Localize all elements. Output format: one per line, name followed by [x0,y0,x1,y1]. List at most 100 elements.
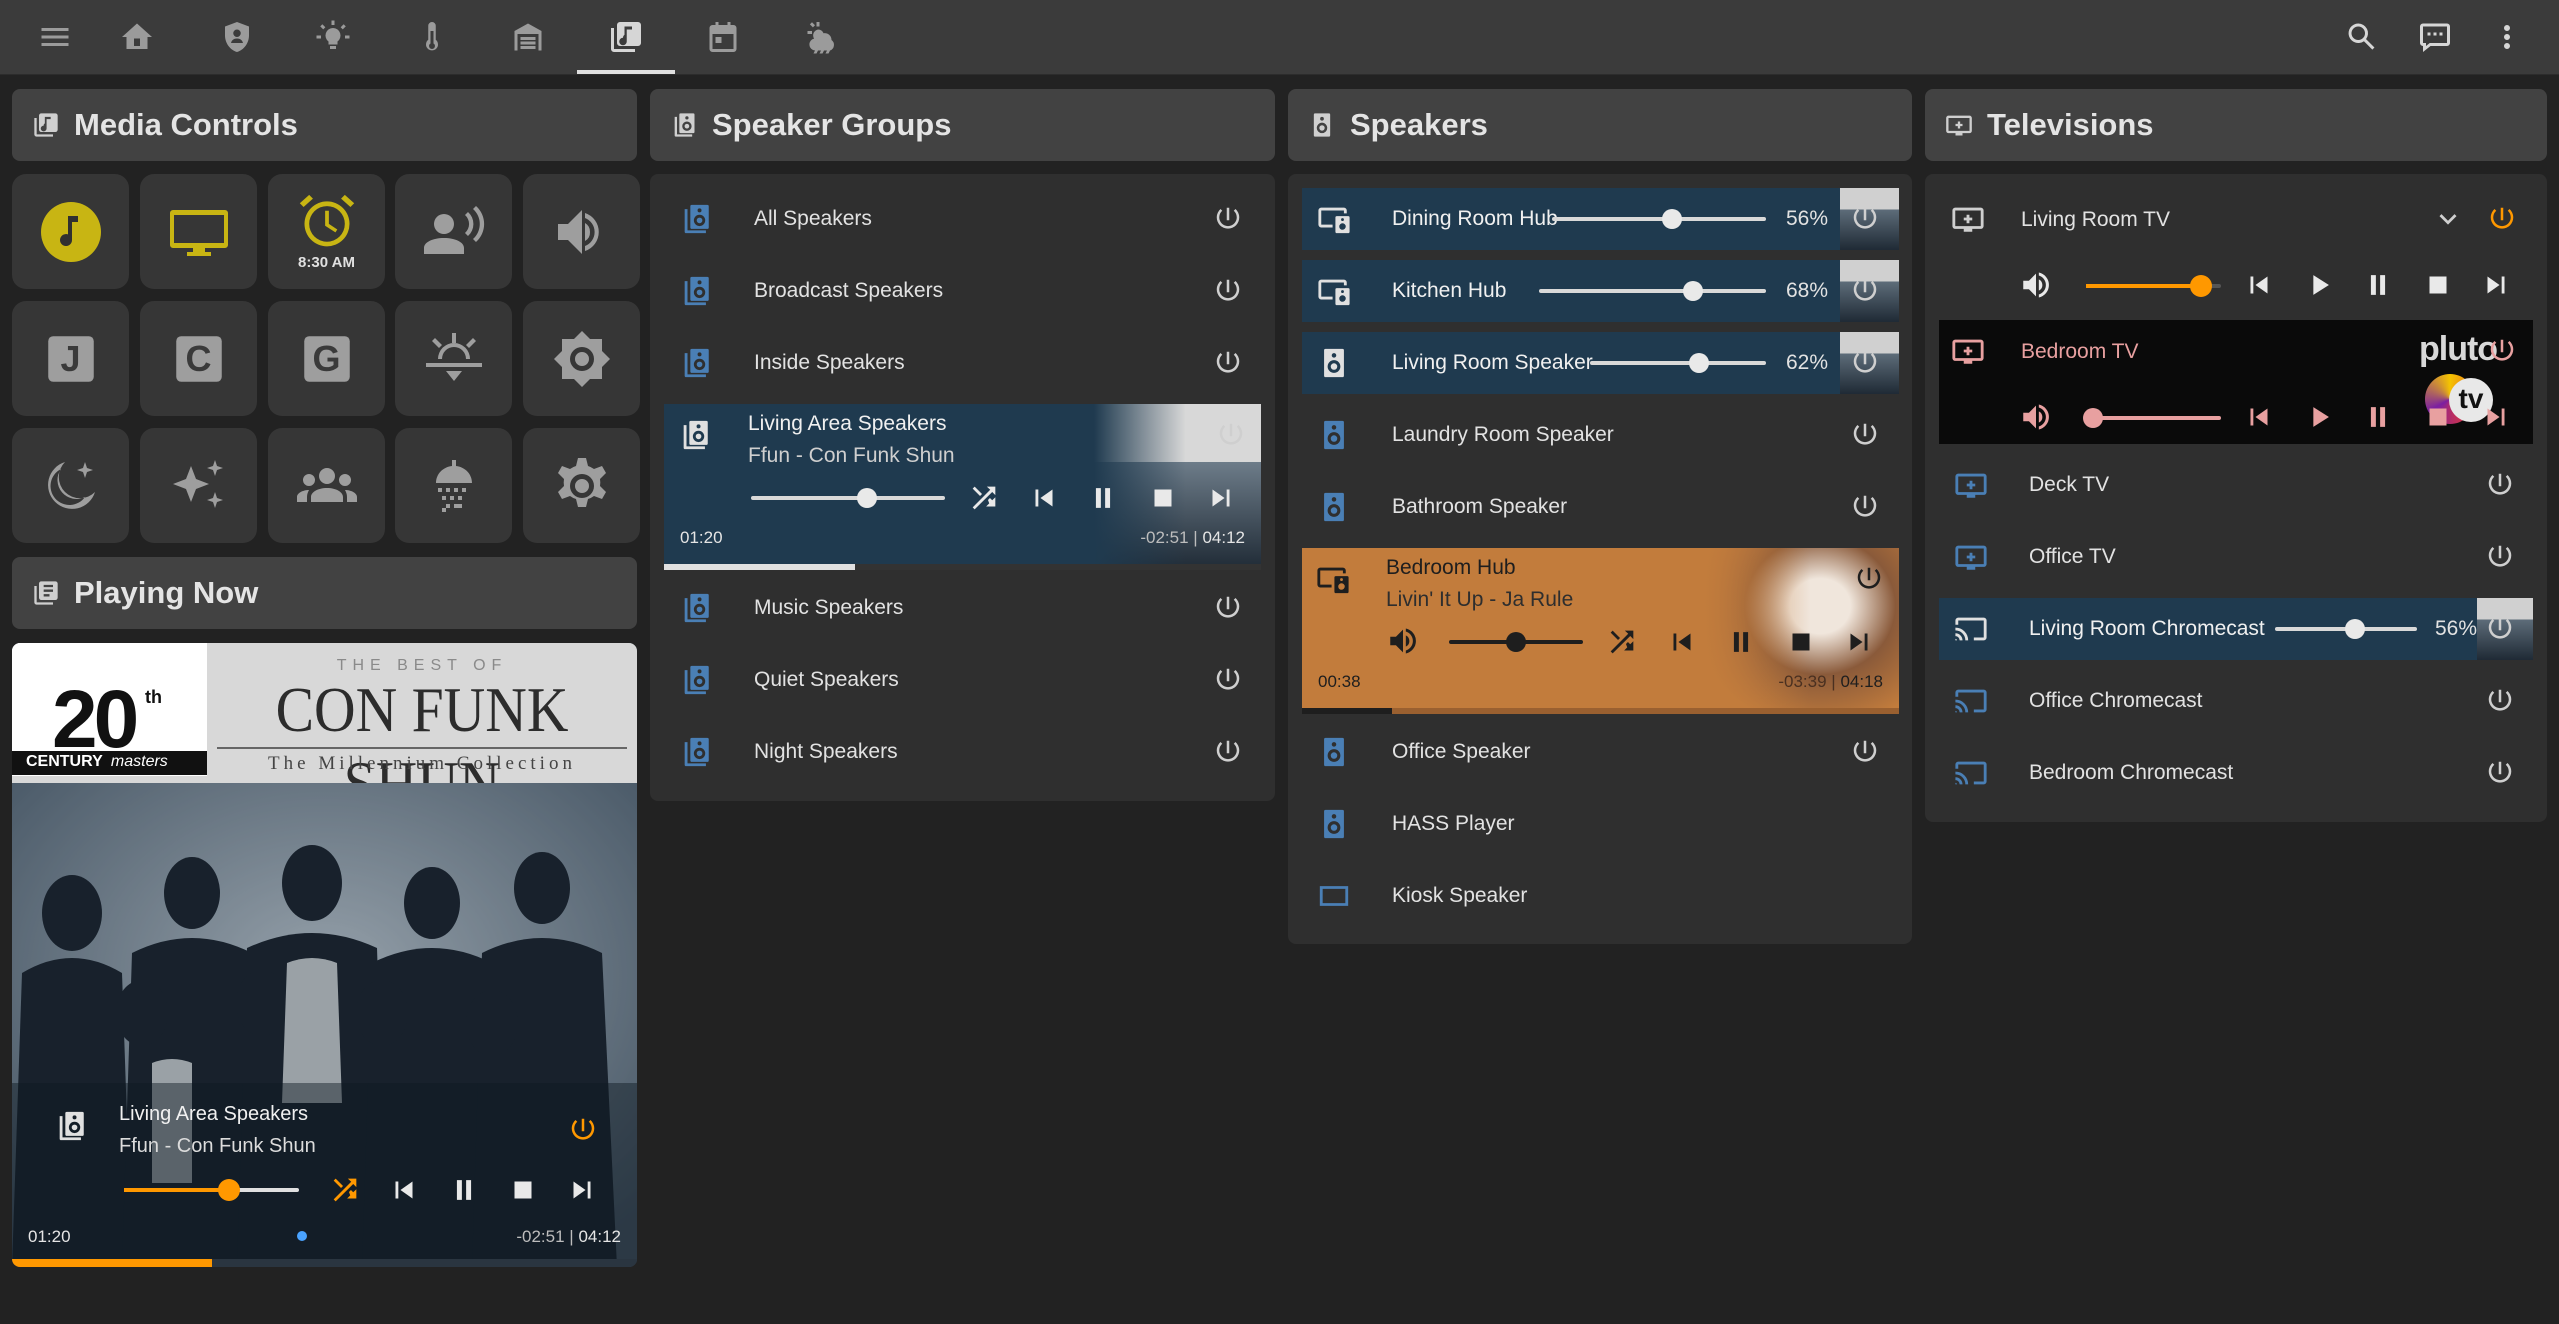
shield-icon[interactable] [212,12,262,62]
list-item-quiet-speakers[interactable]: Quiet Speakers [664,649,1261,711]
source-dropdown-chevron-icon[interactable] [2431,202,2465,236]
alarm-button[interactable]: 8:30 AM [268,174,385,289]
chat-icon[interactable] [2410,12,2460,62]
list-item-night-speakers[interactable]: Night Speakers [664,721,1261,783]
tv-button[interactable] [140,174,257,289]
group-volume-slider[interactable] [751,488,945,508]
group-player-power-button[interactable] [1216,420,1246,450]
g-button[interactable]: G [268,301,385,416]
list-item-laundry-room-speaker[interactable]: Laundry Room Speaker [1302,404,1898,466]
bedroom-pause-button[interactable] [1724,625,1758,659]
bedroom-tv-next-button[interactable] [2479,400,2513,434]
power-button[interactable] [1850,204,1880,234]
volume-slider[interactable] [1539,281,1766,301]
volume-knob[interactable] [1661,209,1682,229]
living-area-speakers-player[interactable]: Living Area Speakers Ffun - Con Funk Shu… [664,404,1261,570]
bedroom-hub-power-button[interactable] [1854,564,1884,594]
calendar-icon[interactable] [698,12,748,62]
power-button[interactable] [1850,276,1880,306]
bedroom-tv-player[interactable]: pluto tv Bedroom TV [1939,320,2533,444]
now-playing-power-button[interactable] [568,1115,598,1145]
bedroom-tv-previous-button[interactable] [2242,400,2276,434]
sunset-button[interactable] [395,301,512,416]
now-playing-pause-button[interactable] [447,1173,481,1207]
search-icon[interactable] [2337,12,2387,62]
list-item-all-speakers[interactable]: All Speakers [664,188,1261,250]
list-item-office-chromecast[interactable]: Office Chromecast [1939,670,2533,732]
power-button[interactable] [2485,542,2515,572]
bedroom-next-button[interactable] [1842,625,1876,659]
group-pause-button[interactable] [1086,481,1120,515]
list-item-dining-room-hub[interactable]: Dining Room Hub 56% [1302,188,1899,250]
power-button[interactable] [2485,470,2515,500]
power-button[interactable] [2485,758,2515,788]
group-next-button[interactable] [1204,481,1238,515]
volume-slider[interactable] [2275,619,2417,639]
now-playing-progress-bar[interactable] [12,1259,637,1267]
bedroom-tv-pause-button[interactable] [2361,400,2395,434]
list-item-hass-player[interactable]: HASS Player [1302,793,1898,855]
night-button[interactable] [12,428,129,543]
living-room-tv-pause-button[interactable] [2361,268,2395,302]
now-playing-volume-slider[interactable] [124,1179,299,1201]
bedroom-tv-play-button[interactable] [2302,400,2336,434]
brightness-button[interactable] [523,301,640,416]
menu-icon[interactable] [30,12,80,62]
volume-knob[interactable] [1683,281,1704,301]
people-button[interactable] [268,428,385,543]
volume-slider[interactable] [1590,353,1766,373]
garage-icon[interactable] [503,12,553,62]
living-room-tv-power-button[interactable] [2487,204,2517,234]
list-item-living-room-chromecast[interactable]: Living Room Chromecast 56% [1939,598,2533,660]
bedroom-tv-volume-icon[interactable] [2019,400,2053,434]
bedroom-tv-volume-slider[interactable] [2082,408,2221,428]
power-button[interactable] [1213,204,1243,234]
bedroom-hub-player[interactable]: Bedroom Hub Livin' It Up - Ja Rule 00:38… [1302,548,1899,714]
bedroom-stop-button[interactable] [1784,625,1818,659]
page-indicator-dot[interactable] [297,1231,307,1241]
power-button[interactable] [1213,276,1243,306]
list-item-kitchen-hub[interactable]: Kitchen Hub 68% [1302,260,1899,322]
living-room-tv-volume-slider[interactable] [2086,275,2221,297]
bedroom-tv-power-button[interactable] [2487,336,2517,366]
volume-knob[interactable] [2344,619,2365,639]
list-item-office-tv[interactable]: Office TV [1939,526,2533,588]
j-button[interactable]: J [12,301,129,416]
power-button[interactable] [1850,420,1880,450]
now-playing-previous-button[interactable] [387,1173,421,1207]
bedroom-progress-bar[interactable] [1302,708,1899,714]
bedroom-tv-stop-button[interactable] [2421,400,2455,434]
living-room-tv-play-button[interactable] [2302,268,2336,302]
list-item-inside-speakers[interactable]: Inside Speakers [664,332,1261,394]
music-icon[interactable] [601,12,651,62]
c-button[interactable]: C [140,301,257,416]
lightbulb-icon[interactable] [308,12,358,62]
power-button[interactable] [1850,348,1880,378]
list-item-living-room-speaker[interactable]: Living Room Speaker 62% [1302,332,1899,394]
power-button[interactable] [1850,737,1880,767]
power-button[interactable] [1213,593,1243,623]
power-button[interactable] [1213,348,1243,378]
power-button[interactable] [2485,686,2515,716]
group-previous-button[interactable] [1027,481,1061,515]
power-button[interactable] [1213,665,1243,695]
weather-icon[interactable] [796,12,846,62]
group-progress-bar[interactable] [664,564,1261,570]
settings-button[interactable] [523,428,640,543]
magic-button[interactable] [140,428,257,543]
volume-button[interactable] [523,174,640,289]
bedroom-shuffle-button[interactable] [1605,625,1639,659]
list-item-broadcast-speakers[interactable]: Broadcast Speakers [664,260,1261,322]
living-room-tv-stop-button[interactable] [2421,268,2455,302]
volume-knob[interactable] [1689,353,1710,373]
power-button[interactable] [1213,737,1243,767]
home-icon[interactable] [112,12,162,62]
now-playing-shuffle-button[interactable] [328,1173,362,1207]
list-item-bedroom-chromecast[interactable]: Bedroom Chromecast [1939,742,2533,804]
group-shuffle-button[interactable] [967,481,1001,515]
living-room-tv-previous-button[interactable] [2242,268,2276,302]
power-button[interactable] [1850,492,1880,522]
dots-vertical-icon[interactable] [2482,12,2532,62]
now-playing-stop-button[interactable] [506,1173,540,1207]
group-stop-button[interactable] [1146,481,1180,515]
